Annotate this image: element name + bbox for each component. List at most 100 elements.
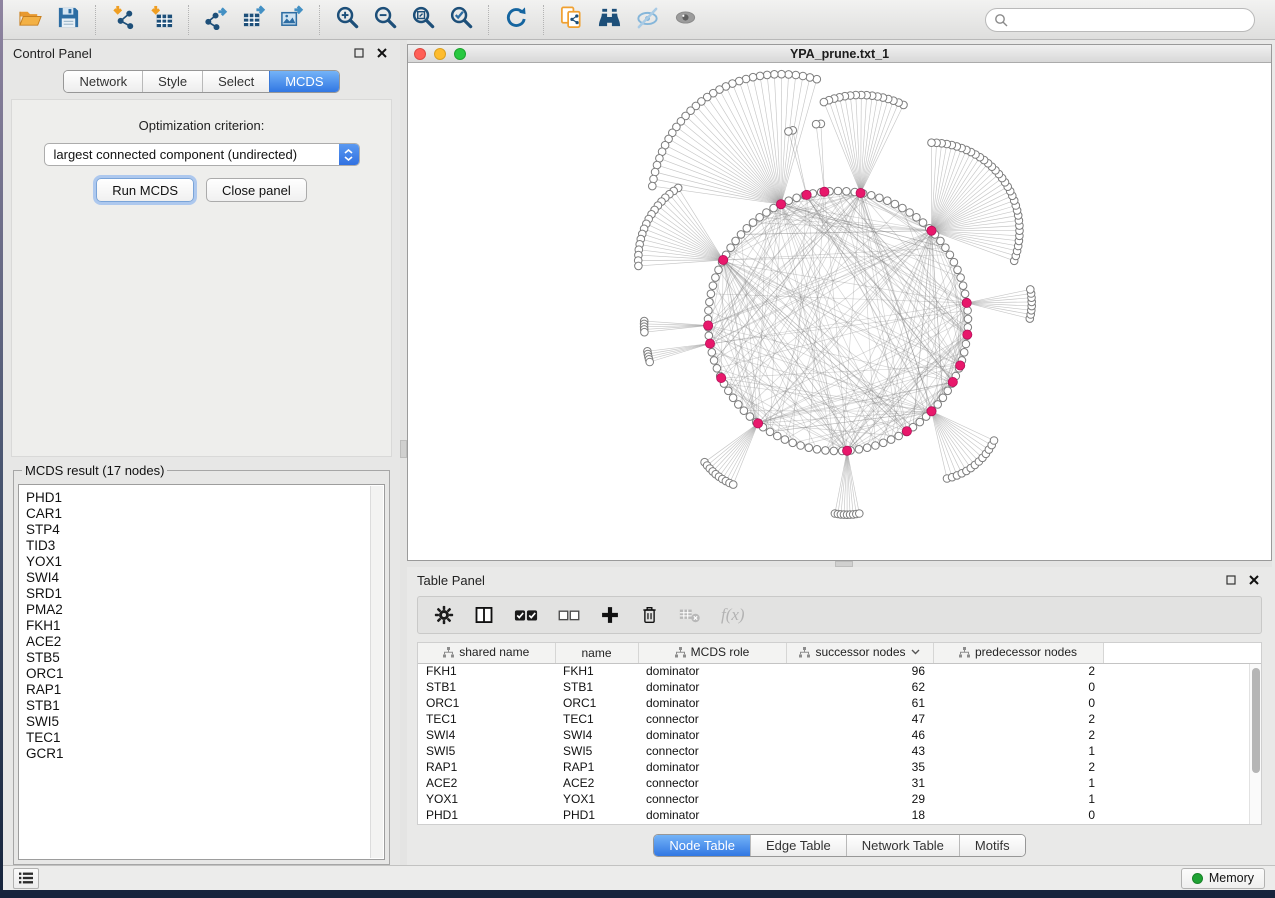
scrollbar-thumb[interactable] xyxy=(1252,668,1260,773)
import-network-button[interactable] xyxy=(104,3,142,37)
mcds-result-item[interactable]: YOX1 xyxy=(26,554,384,570)
table-row-YOX1[interactable]: YOX1YOX1connector291 xyxy=(418,791,1261,807)
table-row-SWI4[interactable]: SWI4SWI4dominator462 xyxy=(418,727,1261,743)
show-all-button[interactable] xyxy=(666,3,704,37)
vertical-splitter[interactable] xyxy=(400,40,407,865)
cell-successors: 31 xyxy=(786,775,933,791)
table-row-PHD1[interactable]: PHD1PHD1dominator180 xyxy=(418,807,1261,823)
mcds-result-item[interactable]: GCR1 xyxy=(26,746,384,762)
copy-network-button[interactable] xyxy=(552,3,590,37)
tab-node-table[interactable]: Node Table xyxy=(654,835,750,856)
cell-predecessors: 0 xyxy=(933,679,1103,695)
column-header-predecessor-nodes[interactable]: predecessor nodes xyxy=(933,643,1103,663)
mcds-result-item[interactable]: TEC1 xyxy=(26,730,384,746)
horizontal-splitter[interactable] xyxy=(407,561,1272,567)
refresh-layout-button[interactable] xyxy=(497,3,535,37)
copy-network-icon xyxy=(559,5,584,35)
show-columns-button[interactable] xyxy=(474,605,494,625)
memory-button[interactable]: Memory xyxy=(1181,868,1265,889)
import-table-button[interactable] xyxy=(142,3,180,37)
mcds-result-item[interactable]: STB1 xyxy=(26,698,384,714)
mcds-result-item[interactable]: PHD1 xyxy=(26,490,384,506)
hide-selected-button[interactable] xyxy=(628,3,666,37)
table-row-STB1[interactable]: STB1STB1dominator620 xyxy=(418,679,1261,695)
table-row-ACE2[interactable]: ACE2ACE2connector311 xyxy=(418,775,1261,791)
zoom-out-button[interactable] xyxy=(366,3,404,37)
table-panel-title: Table Panel xyxy=(417,573,485,588)
table-row-FKH1[interactable]: FKH1FKH1dominator962 xyxy=(418,663,1261,679)
window-zoom-button[interactable] xyxy=(454,48,466,60)
deselect-all-checkboxes-button[interactable] xyxy=(558,608,580,622)
mcds-result-item[interactable]: RAP1 xyxy=(26,682,384,698)
close-panel-button[interactable] xyxy=(374,45,390,61)
criterion-dropdown[interactable]: largest connected component (undirected) xyxy=(44,143,360,166)
table-row-TEC1[interactable]: TEC1TEC1connector472 xyxy=(418,711,1261,727)
add-column-button[interactable] xyxy=(600,605,620,625)
export-network-button[interactable] xyxy=(197,3,235,37)
network-search-box xyxy=(985,8,1255,32)
mcds-result-item[interactable]: TID3 xyxy=(26,538,384,554)
mcds-result-item[interactable]: STP4 xyxy=(26,522,384,538)
column-header-MCDS-role[interactable]: MCDS role xyxy=(638,643,786,663)
close-panel-button[interactable] xyxy=(1246,572,1262,588)
tab-edge-table[interactable]: Edge Table xyxy=(750,835,846,856)
mcds-result-item[interactable]: SWI5 xyxy=(26,714,384,730)
export-table-button[interactable] xyxy=(235,3,273,37)
network-canvas[interactable] xyxy=(408,63,1271,560)
float-panel-button[interactable] xyxy=(1223,572,1239,588)
zoom-out-icon xyxy=(373,5,398,35)
tab-network-table[interactable]: Network Table xyxy=(846,835,959,856)
import-network-icon xyxy=(111,5,136,35)
window-minimize-button[interactable] xyxy=(434,48,446,60)
mcds-result-item[interactable]: ACE2 xyxy=(26,634,384,650)
select-all-checkboxes-button[interactable] xyxy=(514,607,538,623)
tab-motifs[interactable]: Motifs xyxy=(959,835,1025,856)
export-image-button[interactable] xyxy=(273,3,311,37)
task-history-button[interactable] xyxy=(13,868,39,889)
result-scrollbar[interactable] xyxy=(370,486,383,858)
export-network-icon xyxy=(204,5,229,35)
column-header-shared-name[interactable]: shared name xyxy=(418,643,555,663)
mcds-result-item[interactable]: ORC1 xyxy=(26,666,384,682)
window-close-button[interactable] xyxy=(414,48,426,60)
cell-role: dominator xyxy=(638,695,786,711)
mcds-result-fieldset: MCDS result (17 nodes) PHD1CAR1STP4TID3Y… xyxy=(13,463,390,865)
mcds-result-item[interactable]: CAR1 xyxy=(26,506,384,522)
splitter-grip[interactable] xyxy=(400,440,407,458)
delete-column-button[interactable] xyxy=(640,605,659,625)
memory-status-dot xyxy=(1192,873,1203,884)
settings-gear-button[interactable] xyxy=(434,605,454,625)
network-window-titlebar: YPA_prune.txt_1 xyxy=(408,45,1271,63)
zoom-selected-button[interactable] xyxy=(442,3,480,37)
table-row-SWI5[interactable]: SWI5SWI5connector431 xyxy=(418,743,1261,759)
mcds-result-item[interactable]: PMA2 xyxy=(26,602,384,618)
tab-network[interactable]: Network xyxy=(64,71,142,92)
zoom-in-button[interactable] xyxy=(328,3,366,37)
run-mcds-button[interactable]: Run MCDS xyxy=(96,178,194,202)
mcds-result-item[interactable]: SRD1 xyxy=(26,586,384,602)
eye-icon xyxy=(673,5,698,35)
column-header-name[interactable]: name xyxy=(555,643,638,663)
float-panel-button[interactable] xyxy=(351,45,367,61)
application-window: Control Panel NetworkStyleSelectMCDS Opt… xyxy=(3,0,1275,890)
search-input[interactable] xyxy=(1014,13,1246,27)
table-row-ORC1[interactable]: ORC1ORC1dominator610 xyxy=(418,695,1261,711)
cell-shared: STB1 xyxy=(418,679,555,695)
tab-select[interactable]: Select xyxy=(202,71,269,92)
cell-name: SWI4 xyxy=(555,727,638,743)
first-neighbors-button[interactable] xyxy=(590,3,628,37)
mcds-result-item[interactable]: SWI4 xyxy=(26,570,384,586)
table-row-RAP1[interactable]: RAP1RAP1dominator352 xyxy=(418,759,1261,775)
zoom-fit-button[interactable] xyxy=(404,3,442,37)
tab-style[interactable]: Style xyxy=(142,71,202,92)
save-session-button[interactable] xyxy=(49,3,87,37)
column-header-successor-nodes[interactable]: successor nodes xyxy=(786,643,933,663)
close-panel-button-mcds[interactable]: Close panel xyxy=(206,178,307,202)
splitter-grip[interactable] xyxy=(835,561,853,567)
table-scrollbar[interactable] xyxy=(1249,664,1261,824)
mcds-result-item[interactable]: FKH1 xyxy=(26,618,384,634)
open-file-button[interactable] xyxy=(11,3,49,37)
mcds-result-item[interactable]: STB5 xyxy=(26,650,384,666)
tab-mcds[interactable]: MCDS xyxy=(269,71,338,92)
cell-shared: YOX1 xyxy=(418,791,555,807)
